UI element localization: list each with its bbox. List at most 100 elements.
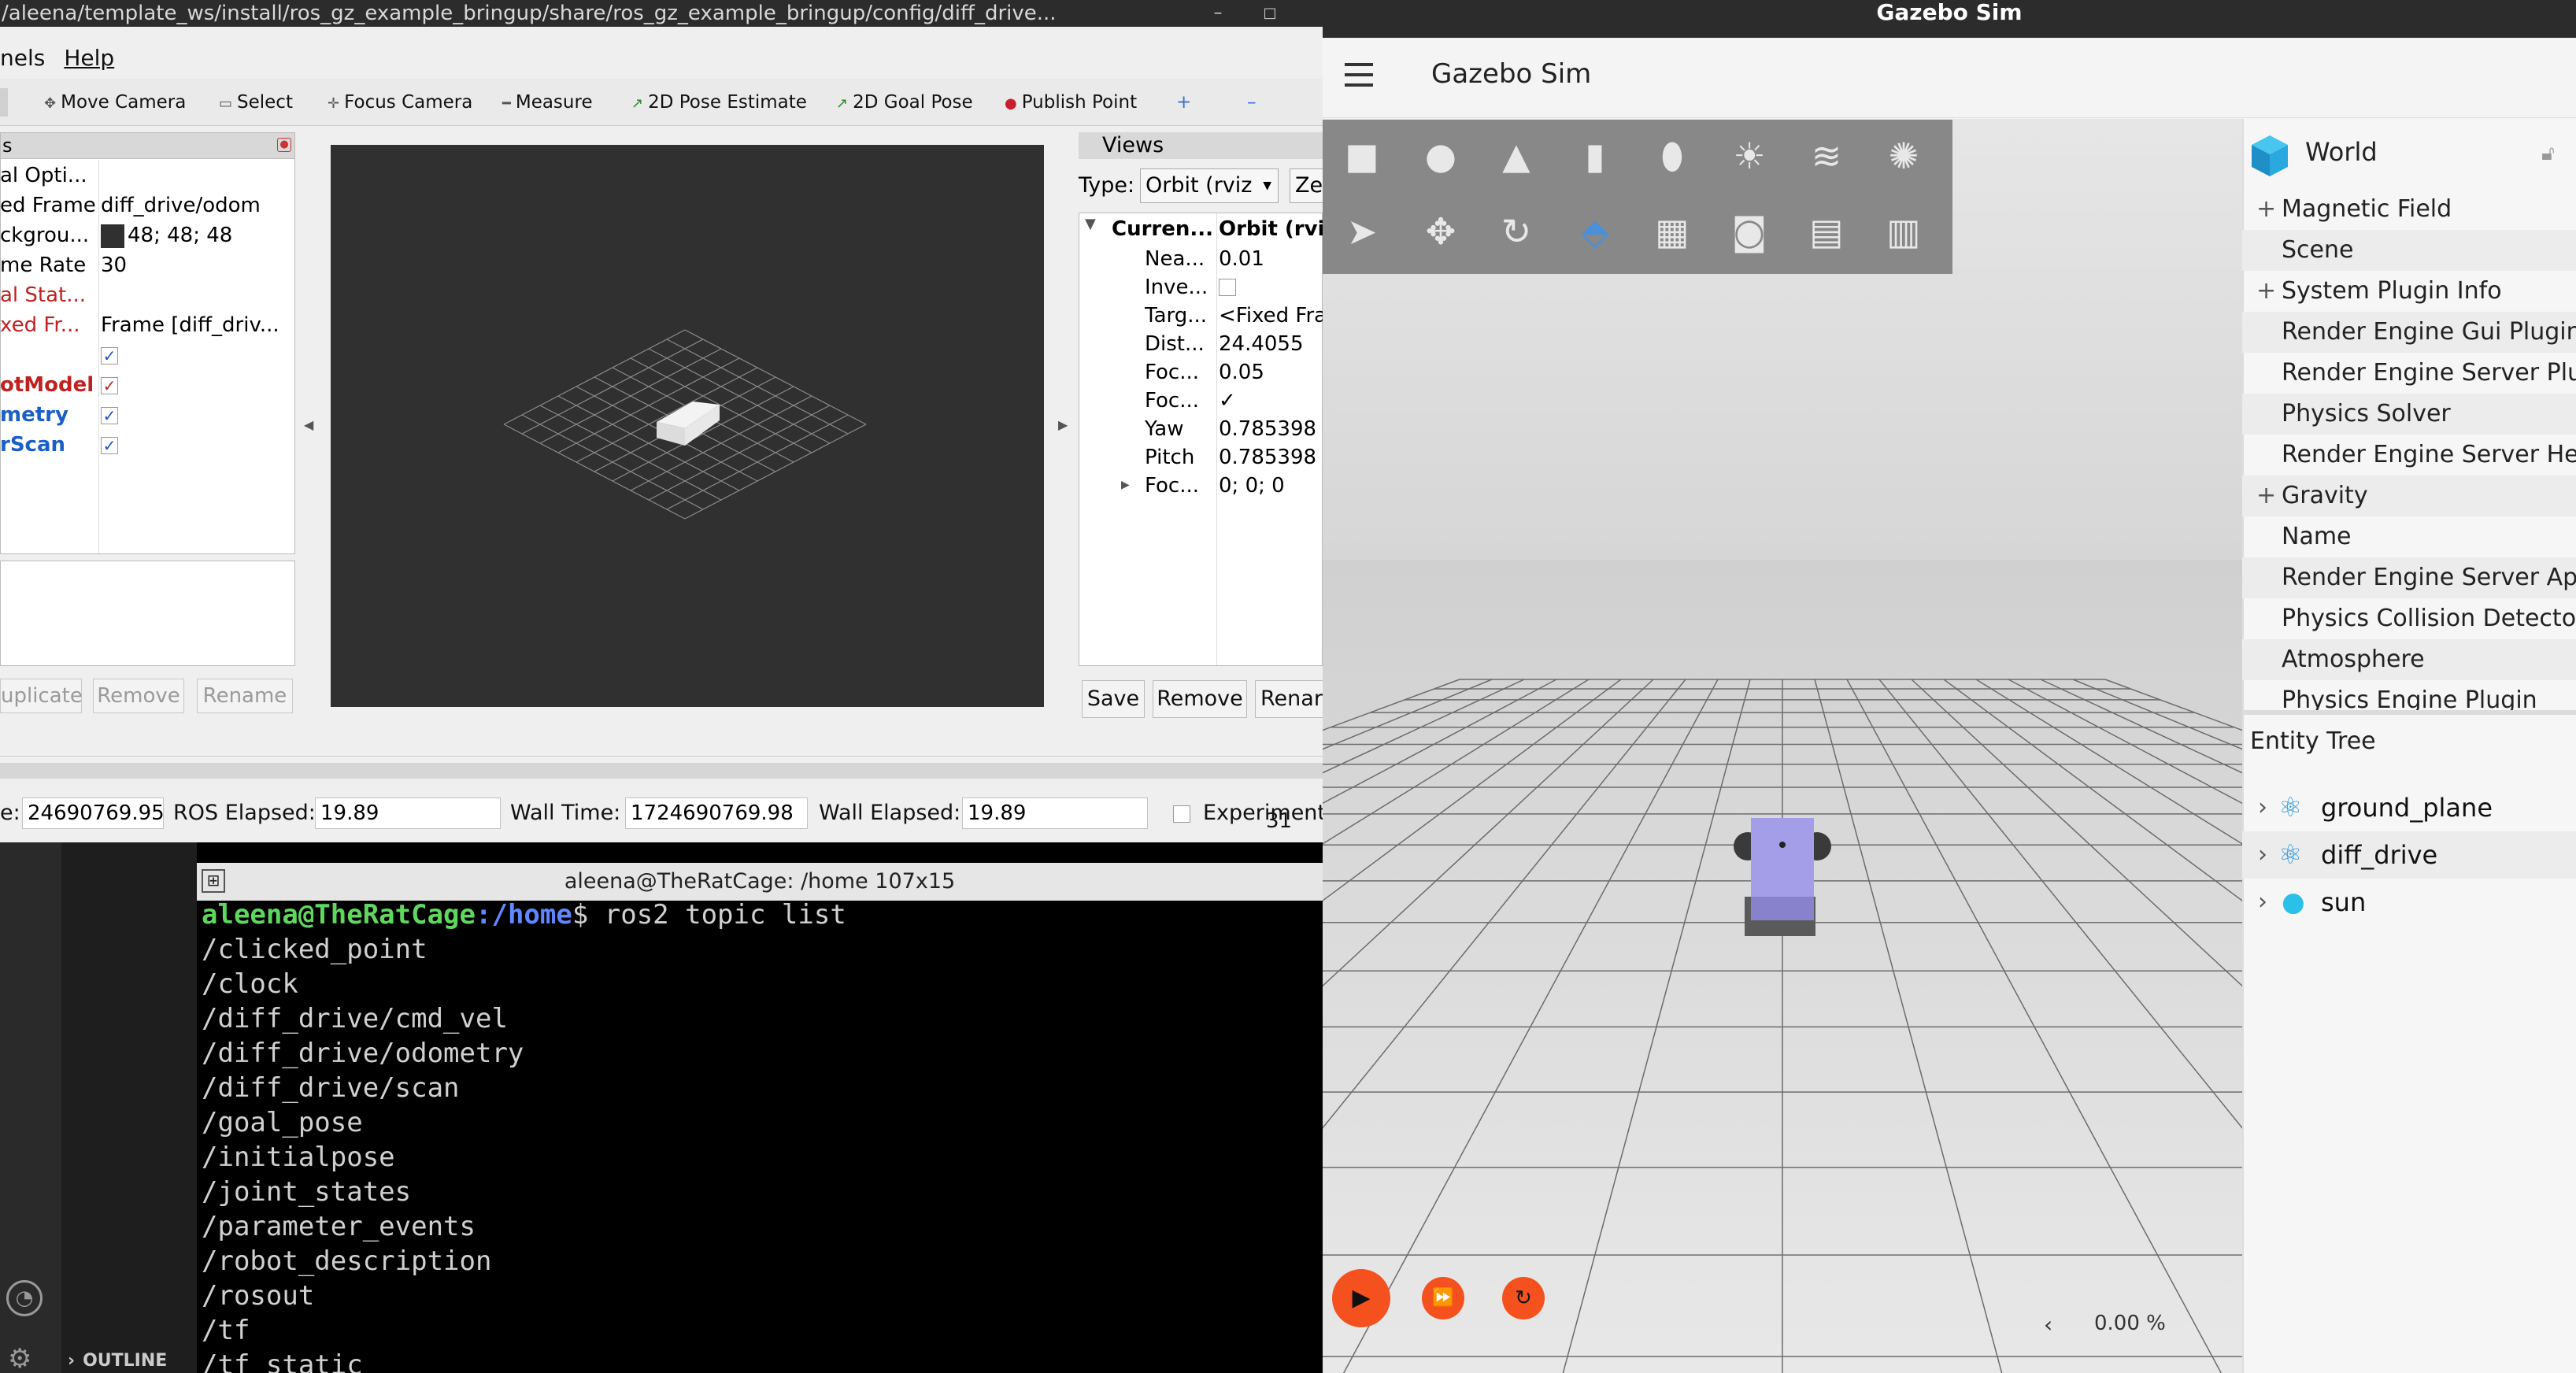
display-row[interactable]: ✓ xyxy=(0,340,295,370)
frame-rate-value[interactable]: 30 xyxy=(101,250,294,280)
play-button[interactable]: ▶ xyxy=(1332,1269,1390,1327)
collapse-stats-icon[interactable]: ‹ xyxy=(2044,1312,2052,1338)
wall-time-field[interactable]: 1724690769.98 xyxy=(625,798,808,829)
maximize-button[interactable]: □ xyxy=(1257,0,1283,27)
paste-icon[interactable]: ▥ xyxy=(1880,208,1927,255)
ros-elapsed-field[interactable]: 19.89 xyxy=(315,798,501,829)
save-view-button[interactable]: Save xyxy=(1082,680,1145,718)
gazebo-3d-scene[interactable] xyxy=(1323,119,2576,1373)
display-checkbox[interactable]: ✓ xyxy=(101,400,294,430)
remove-display-button[interactable]: Remove xyxy=(93,679,184,713)
settings-gear-icon[interactable]: ⚙ xyxy=(8,1343,31,1373)
ros-time-field[interactable]: 24690769.95 xyxy=(22,798,165,829)
plugin-scene[interactable]: Scene xyxy=(2242,230,2576,271)
plugin-physics-engine[interactable]: Physics Engine Plugin xyxy=(2242,680,2576,710)
camera-screenshot-icon[interactable]: ◙ xyxy=(1726,208,1773,255)
focus-camera-tool[interactable]: ✛ Focus Camera xyxy=(328,88,472,117)
zero-button[interactable]: Ze xyxy=(1290,168,1323,203)
sphere-shape-icon[interactable]: ● xyxy=(1417,132,1464,179)
remove-tool-button[interactable]: – xyxy=(1247,88,1257,117)
invert-z-checkbox[interactable] xyxy=(1219,279,1236,296)
directional-light-icon[interactable]: ≋ xyxy=(1803,132,1850,179)
fixed-frame-value[interactable]: diff_drive/odom xyxy=(101,191,294,220)
entity-sun[interactable]: › ● sun xyxy=(2242,879,2576,926)
display-row-odometry[interactable]: metry ✓ xyxy=(0,400,295,430)
display-row[interactable]: al Opti... xyxy=(0,161,295,191)
minimize-button[interactable]: – xyxy=(1205,0,1231,27)
plugin-render-engine-gui[interactable]: Render Engine Gui Plugin xyxy=(2242,312,2576,353)
view-prop-row[interactable]: Yaw 0.785398 xyxy=(1145,414,1323,444)
view-prop-row[interactable]: Dist... 24.4055 xyxy=(1145,329,1323,359)
cone-shape-icon[interactable]: ▲ xyxy=(1493,132,1540,179)
transform-icon[interactable]: ⬘ xyxy=(1571,208,1619,255)
display-checkbox[interactable]: ✓ xyxy=(101,340,294,370)
chevron-right-icon[interactable]: › xyxy=(2258,879,2267,926)
step-button[interactable]: ⏩ xyxy=(1422,1277,1464,1319)
rotate-icon[interactable]: ↻ xyxy=(1493,208,1540,255)
view-prop-row[interactable]: Foc... 0.05 xyxy=(1145,357,1323,387)
lock-icon[interactable]: 🔓︎ xyxy=(2541,142,2555,166)
view-prop-row[interactable]: Targ... <Fixed Fra xyxy=(1145,301,1323,331)
plugin-name[interactable]: Name xyxy=(2242,516,2576,557)
splitter[interactable] xyxy=(2242,710,2576,715)
experimental-checkbox[interactable] xyxy=(1173,805,1190,823)
account-icon[interactable]: ◔ xyxy=(6,1280,43,1316)
hamburger-menu-icon[interactable] xyxy=(1345,63,1373,87)
plugin-physics-collision-detector[interactable]: Physics Collision Detector xyxy=(2242,598,2576,639)
wall-elapsed-field[interactable]: 19.89 xyxy=(962,798,1148,829)
view-prop-row[interactable]: Foc... 0; 0; 0 xyxy=(1145,471,1323,501)
plugin-render-engine-server-head[interactable]: Render Engine Server Hea xyxy=(2242,435,2576,476)
rviz-3d-viewport[interactable] xyxy=(331,145,1044,707)
view-prop-row[interactable]: Inve... xyxy=(1145,272,1323,302)
measure-tool[interactable]: ━ Measure xyxy=(502,88,593,117)
display-row[interactable]: ckgrou... 48; 48; 48 xyxy=(0,220,295,250)
remove-view-button[interactable]: Remove xyxy=(1153,680,1247,718)
view-prop-row[interactable]: Pitch 0.785398 xyxy=(1145,442,1323,472)
view-prop-row[interactable]: Curren...Orbit (rviz xyxy=(1112,214,1323,244)
collapse-right-icon[interactable]: ▶ xyxy=(1058,417,1068,432)
plugin-atmosphere[interactable]: Atmosphere xyxy=(2242,639,2576,680)
copy-icon[interactable]: ▤ xyxy=(1803,208,1850,255)
capsule-shape-icon[interactable]: ⬮ xyxy=(1649,132,1696,179)
translate-icon[interactable]: ✥ xyxy=(1417,208,1464,255)
plugin-gravity[interactable]: + Gravity xyxy=(2242,476,2576,516)
duplicate-button[interactable]: uplicate xyxy=(0,679,83,713)
background-color-value[interactable]: 48; 48; 48 xyxy=(101,220,294,250)
select-tool[interactable]: ▭ Select xyxy=(219,88,293,117)
display-checkbox[interactable]: ✓ xyxy=(101,430,294,460)
plugin-system-plugin-info[interactable]: + System Plugin Info xyxy=(2242,271,2576,312)
sun-light-icon[interactable]: ☀ xyxy=(1726,132,1773,179)
collapse-left-icon[interactable]: ◀ xyxy=(304,417,313,432)
display-row[interactable]: al Stat... xyxy=(0,280,295,310)
spot-light-icon[interactable]: ✺ xyxy=(1880,132,1927,179)
reset-button[interactable]: ↻ xyxy=(1502,1277,1545,1319)
cylinder-shape-icon[interactable]: ▮ xyxy=(1571,132,1619,179)
chevron-right-icon[interactable]: › xyxy=(2258,784,2267,831)
rename-view-button[interactable]: Renar xyxy=(1255,680,1323,718)
display-row-laserscan[interactable]: rScan ✓ xyxy=(0,430,295,460)
box-shape-icon[interactable]: ■ xyxy=(1338,132,1386,179)
split-terminal-icon[interactable]: ⊞ xyxy=(202,869,225,893)
goal-pose-tool[interactable]: ↗ 2D Goal Pose xyxy=(836,88,973,117)
entity-ground-plane[interactable]: › ⚛ ground_plane xyxy=(2242,784,2576,831)
entity-diff-drive[interactable]: › ⚛ diff_drive xyxy=(2242,831,2576,879)
add-tool-button[interactable]: + xyxy=(1176,88,1191,117)
rename-display-button[interactable]: Rename xyxy=(197,679,293,713)
plugin-magnetic-field[interactable]: + Magnetic Field xyxy=(2242,189,2576,230)
display-checkbox[interactable]: ✓ xyxy=(101,370,294,400)
plugin-render-engine-server[interactable]: Render Engine Server Plug xyxy=(2242,353,2576,394)
plugin-render-engine-server-api[interactable]: Render Engine Server Api xyxy=(2242,557,2576,598)
grid-snap-icon[interactable]: ▦ xyxy=(1649,208,1696,255)
plugin-physics-solver[interactable]: Physics Solver xyxy=(2242,394,2576,435)
chevron-right-icon[interactable]: › xyxy=(2258,831,2267,879)
close-panel-icon[interactable]: ● xyxy=(277,138,291,152)
publish-point-tool[interactable]: ● Publish Point xyxy=(1005,88,1137,117)
display-row[interactable]: xed Fr... Frame [diff_driv... xyxy=(0,310,295,340)
view-prop-row[interactable]: Foc... ✓ xyxy=(1145,386,1323,416)
select-cursor-icon[interactable]: ➤ xyxy=(1338,208,1386,255)
display-row[interactable]: me Rate 30 xyxy=(0,250,295,280)
outline-section[interactable]: › OUTLINE xyxy=(68,1351,167,1371)
interact-tool-edge[interactable] xyxy=(0,88,8,117)
display-row-robotmodel[interactable]: otModel ✓ xyxy=(0,370,295,400)
move-camera-tool[interactable]: ✥ Move Camera xyxy=(44,88,186,117)
